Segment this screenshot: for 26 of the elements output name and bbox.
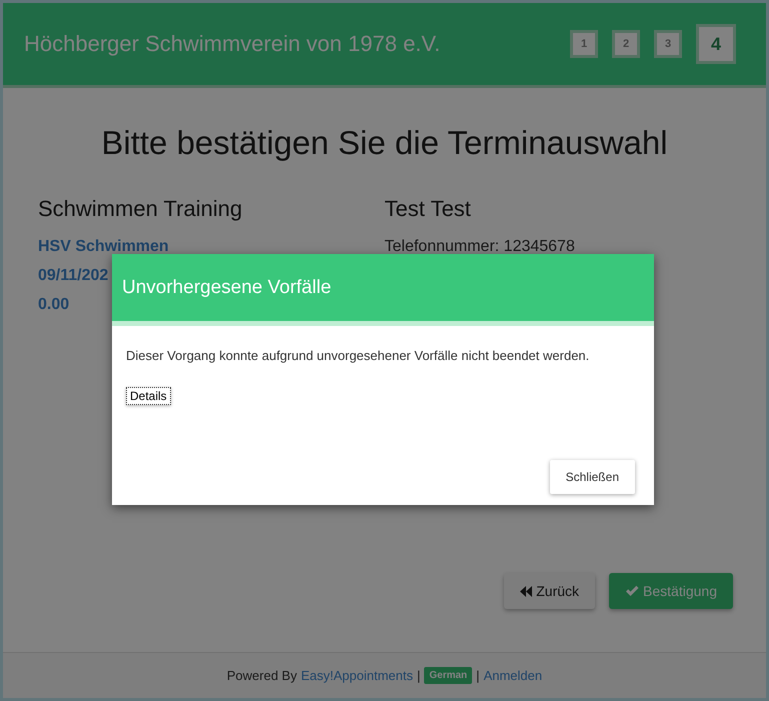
customer-detail: Telefonnummer: 12345678: [384, 237, 575, 257]
powered-by-text: Powered By: [226, 668, 297, 683]
step-tab[interactable]: 2: [612, 30, 640, 58]
dialog-message: Dieser Vorgang konnte aufgrund unvorgesehener Vorfälle nicht beendet werden.: [126, 348, 590, 363]
service-detail: 0.00: [38, 295, 70, 315]
dialog-title: Unvorhergesene Vorfälle: [122, 276, 332, 298]
double-left-arrow-icon: [520, 586, 532, 596]
checkmark-icon: [625, 585, 640, 597]
confirm-button[interactable]: Bestätigung: [609, 573, 733, 609]
step-tab[interactable]: 4: [696, 24, 736, 64]
step-tab[interactable]: 1: [570, 30, 598, 58]
separator: |: [416, 668, 420, 683]
details-button[interactable]: Details: [126, 387, 171, 405]
step-tab[interactable]: 3: [654, 30, 682, 58]
language-badge[interactable]: German: [424, 667, 472, 684]
site-title: Höchberger Schwimmverein von 1978 e.V.: [24, 31, 440, 57]
page-heading: Bitte bestätigen Sie die Terminauswahl: [100, 124, 669, 162]
customer-name: Test Test: [384, 196, 472, 222]
brand-link[interactable]: Easy!Appointments: [300, 668, 413, 683]
service-detail: 09/11/202: [38, 266, 108, 286]
close-button[interactable]: Schließen: [550, 460, 635, 494]
separator: |: [476, 668, 480, 683]
back-button[interactable]: Zurück: [504, 573, 596, 609]
service-title: Schwimmen Training: [38, 196, 244, 222]
service-detail: HSV Schwimmen: [38, 237, 169, 257]
login-link[interactable]: Anmelden: [484, 668, 542, 683]
